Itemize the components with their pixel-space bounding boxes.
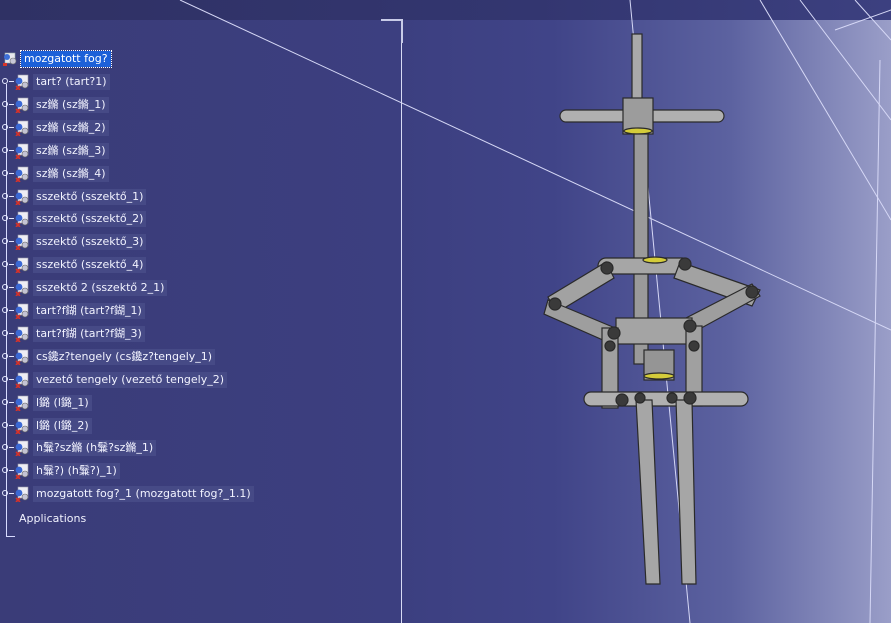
applications-label: Applications xyxy=(19,512,87,525)
specification-tree[interactable]: mozgatott fog? tart? (tart?1) sz鏅 (sz鏅_1… xyxy=(0,20,402,623)
construction-line xyxy=(869,59,881,623)
tree-expand-connector[interactable] xyxy=(0,188,14,206)
tree-item[interactable]: tart?f鍸 (tart?f鍸_3) xyxy=(0,325,145,343)
tree-root-label: mozgatott fog? xyxy=(20,50,112,68)
linkage-ring xyxy=(642,256,668,264)
part-gear-icon xyxy=(14,280,30,297)
tree-item[interactable]: sszektő (sszektő_1) xyxy=(0,188,147,206)
tree-expand-connector[interactable] xyxy=(0,279,14,297)
center-block[interactable] xyxy=(615,317,693,345)
screw-shaft-top[interactable] xyxy=(631,33,643,105)
mechanism-model[interactable] xyxy=(543,33,761,585)
tree-item[interactable]: l鏴 (l鏴_2) xyxy=(0,417,92,435)
tree-item[interactable]: cs鑱z?tengely (cs鑱z?tengely_1) xyxy=(0,348,216,366)
tree-expand-connector[interactable] xyxy=(0,233,14,251)
tree-item-label: sszektő (sszektő_3) xyxy=(33,234,147,251)
lower-pin-bar[interactable] xyxy=(583,391,749,407)
tree-item[interactable]: sz鏅 (sz鏅_3) xyxy=(0,142,109,160)
tree-item[interactable]: sszektő (sszektő_4) xyxy=(0,256,147,274)
part-gear-icon xyxy=(14,189,30,205)
part-gear-icon xyxy=(14,211,30,228)
tree-item-label: l鏴 (l鏴_1) xyxy=(33,394,92,411)
tree-expand-connector[interactable] xyxy=(0,73,14,91)
part-gear-icon xyxy=(14,418,30,434)
tree-item[interactable]: sz鏅 (sz鏅_1) xyxy=(0,96,109,114)
hub-ring xyxy=(623,127,653,135)
tree-applications[interactable]: Applications xyxy=(16,510,89,528)
product-icon xyxy=(2,51,18,67)
tree-item-label: sszektő 2 (sszektő 2_1) xyxy=(33,280,168,297)
tree-item[interactable]: vezető tengely (vezető tengely_2) xyxy=(0,371,228,389)
part-gear-icon xyxy=(14,74,30,90)
tree-expand-connector[interactable] xyxy=(0,165,14,183)
tree-expand-connector[interactable] xyxy=(0,348,14,366)
tree-item-label: tart?f鍸 (tart?f鍸_3) xyxy=(33,325,145,342)
tree-expand-connector[interactable] xyxy=(0,485,14,503)
tree-item-label: mozgatott fog?_1 (mozgatott fog?_1.1) xyxy=(33,486,254,503)
tree-item[interactable]: sszektő 2 (sszektő 2_1) xyxy=(0,279,168,297)
tree-expand-connector[interactable] xyxy=(0,96,14,114)
part-gear-icon xyxy=(14,326,30,342)
tree-item[interactable]: tart?f鍸 (tart?f鍸_1) xyxy=(0,302,145,320)
part-gear-icon xyxy=(14,120,30,136)
tree-item[interactable]: h鬑?sz鏅 (h鬑?sz鏅_1) xyxy=(0,439,157,457)
part-gear-icon xyxy=(14,143,30,159)
tree-root[interactable]: mozgatott fog? xyxy=(2,50,112,68)
nut-ring xyxy=(643,372,675,380)
tree-item-label: cs鑱z?tengely (cs鑱z?tengely_1) xyxy=(33,348,216,365)
3d-viewport[interactable]: mozgatott fog? tart? (tart?1) sz鏅 (sz鏅_1… xyxy=(0,0,891,623)
right-jaw[interactable] xyxy=(675,399,697,585)
tree-item-label: tart? (tart?1) xyxy=(33,74,110,90)
tree-item-label: sz鏅 (sz鏅_2) xyxy=(33,119,109,136)
tree-item-label: sszektő (sszektő_1) xyxy=(33,188,147,205)
part-gear-icon xyxy=(14,257,30,274)
tree-expand-connector[interactable] xyxy=(0,142,14,160)
part-gear-icon xyxy=(14,395,30,411)
part-gear-icon xyxy=(14,463,30,480)
tree-expand-connector[interactable] xyxy=(0,417,14,435)
tree-item-label: sz鏅 (sz鏅_3) xyxy=(33,142,109,159)
construction-line xyxy=(854,0,891,41)
tree-item[interactable]: h鬑?) (h鬑?)_1) xyxy=(0,462,120,480)
tree-expand-connector[interactable] xyxy=(0,394,14,412)
part-gear-icon xyxy=(14,97,30,113)
tree-item[interactable]: sz鏅 (sz鏅_2) xyxy=(0,119,109,137)
tree-item[interactable]: tart? (tart?1) xyxy=(0,73,110,91)
applications-connector xyxy=(6,528,15,537)
part-gear-icon xyxy=(14,166,30,182)
tree-expand-connector[interactable] xyxy=(0,439,14,457)
construction-line xyxy=(799,0,891,121)
tree-item-label: sszektő (sszektő_4) xyxy=(33,257,147,274)
tree-item[interactable]: l鏴 (l鏴_1) xyxy=(0,394,92,412)
tree-item-label: sz鏅 (sz鏅_4) xyxy=(33,165,109,182)
tree-item[interactable]: sz鏅 (sz鏅_4) xyxy=(0,165,109,183)
part-gear-icon xyxy=(14,349,30,365)
tree-item-label: l鏴 (l鏴_2) xyxy=(33,417,92,434)
part-gear-icon xyxy=(14,234,30,251)
tree-item[interactable]: mozgatott fog?_1 (mozgatott fog?_1.1) xyxy=(0,485,254,503)
tree-item-label: vezető tengely (vezető tengely_2) xyxy=(33,371,228,388)
part-gear-icon xyxy=(14,372,30,388)
tree-item-label: sz鏅 (sz鏅_1) xyxy=(33,96,109,113)
tree-expand-connector[interactable] xyxy=(0,119,14,137)
tree-item-label: h鬑?) (h鬑?)_1) xyxy=(33,463,120,480)
tree-item-label: tart?f鍸 (tart?f鍸_1) xyxy=(33,303,145,319)
tree-expand-connector[interactable] xyxy=(0,325,14,343)
tree-item[interactable]: sszektő (sszektő_2) xyxy=(0,210,147,228)
tree-expand-connector[interactable] xyxy=(0,462,14,480)
tree-item-label: sszektő (sszektő_2) xyxy=(33,211,147,228)
part-gear-icon xyxy=(14,486,30,503)
tree-item[interactable]: sszektő (sszektő_3) xyxy=(0,233,147,251)
part-gear-icon xyxy=(14,303,30,319)
left-jaw[interactable] xyxy=(635,399,661,585)
tree-expand-connector[interactable] xyxy=(0,256,14,274)
tree-expand-connector[interactable] xyxy=(0,371,14,389)
tree-expand-connector[interactable] xyxy=(0,302,14,320)
construction-line xyxy=(834,9,891,31)
tree-item-label: h鬑?sz鏅 (h鬑?sz鏅_1) xyxy=(33,440,157,457)
part-gear-icon xyxy=(14,440,30,457)
tree-expand-connector[interactable] xyxy=(0,210,14,228)
